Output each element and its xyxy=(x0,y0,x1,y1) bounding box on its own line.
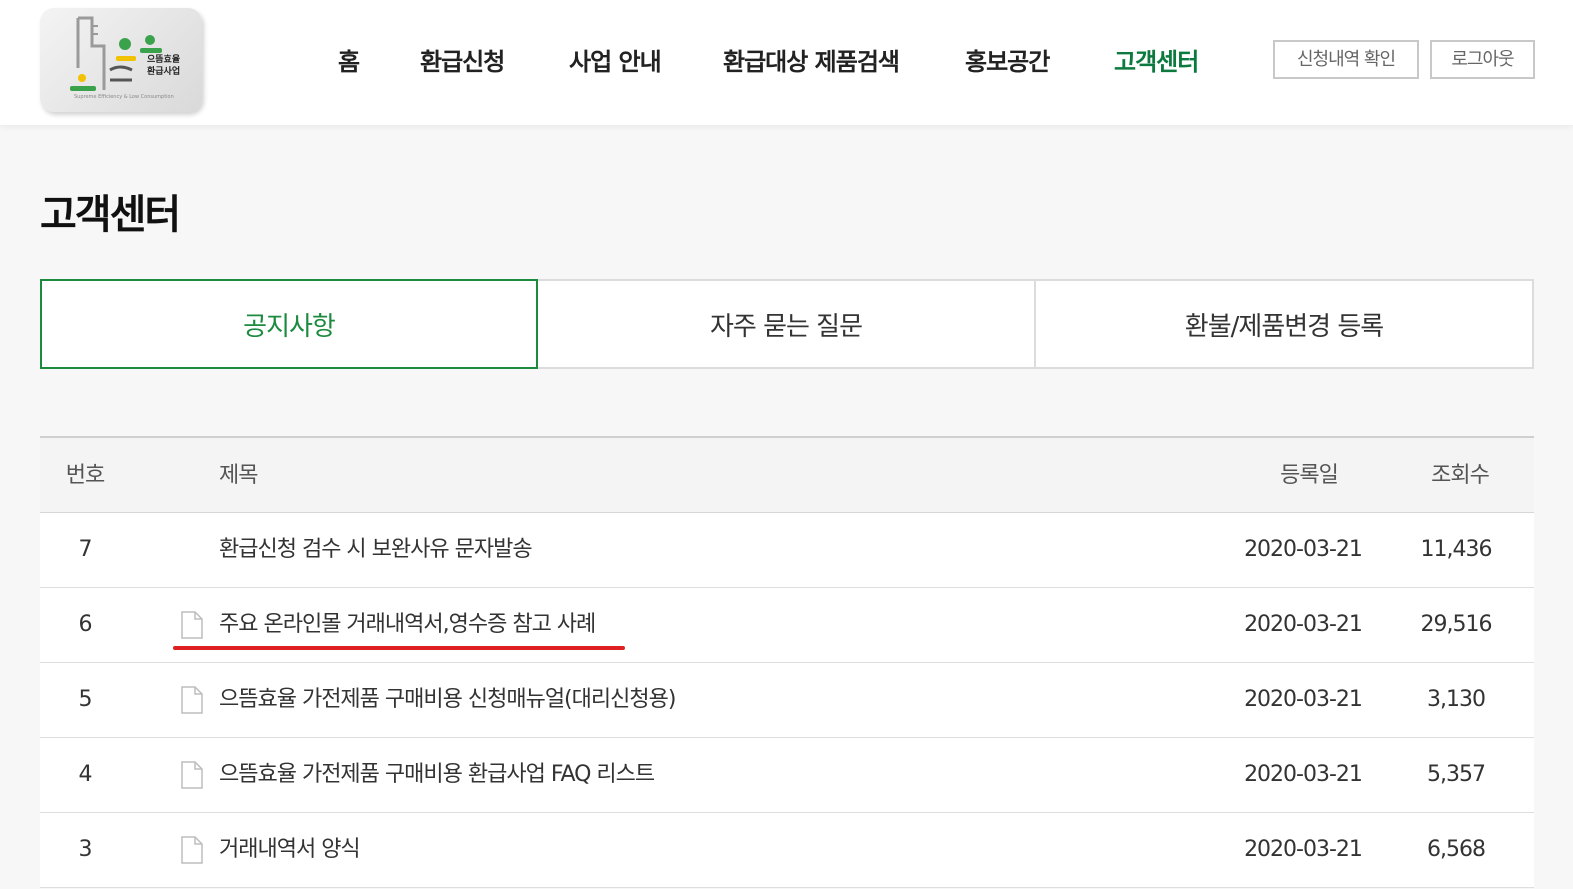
site-header: 으뜸효율 환급사업 Supreme Efficiency & Low Consu… xyxy=(0,0,1573,125)
nav-item-home[interactable]: 홈 xyxy=(338,40,360,84)
table-row[interactable]: 4 으뜸효율 가전제품 구매비용 환급사업 FAQ 리스트 2020-03-21… xyxy=(40,738,1534,813)
tab-notice[interactable]: 공지사항 xyxy=(40,279,538,369)
row-num: 4 xyxy=(78,762,93,787)
row-title-link[interactable]: 으뜸효율 가전제품 구매비용 신청매뉴얼(대리신청용) xyxy=(219,663,676,737)
nav-item-product-search[interactable]: 환급대상 제품검색 xyxy=(723,40,900,84)
logout-button[interactable]: 로그아웃 xyxy=(1430,40,1535,79)
row-num: 3 xyxy=(78,837,93,862)
row-date: 2020-03-21 xyxy=(1244,762,1363,787)
row-title-link[interactable]: 으뜸효율 가전제품 구매비용 환급사업 FAQ 리스트 xyxy=(219,738,655,812)
row-title-link[interactable]: 거래내역서 양식 xyxy=(219,813,361,887)
nav-item-refund-apply[interactable]: 환급신청 xyxy=(420,40,505,84)
tab-refund-change[interactable]: 환불/제품변경 등록 xyxy=(1034,279,1534,369)
row-num: 6 xyxy=(78,612,93,637)
file-icon xyxy=(181,761,203,789)
table-row[interactable]: 7 환급신청 검수 시 보완사유 문자발송 2020-03-21 11,436 xyxy=(40,513,1534,588)
header-views: 조회수 xyxy=(1431,463,1490,488)
nav-item-promotion[interactable]: 홍보공간 xyxy=(965,40,1050,84)
row-num: 7 xyxy=(78,537,93,562)
nav-item-customer-center[interactable]: 고객센터 xyxy=(1114,40,1199,84)
site-logo[interactable]: 으뜸효율 환급사업 Supreme Efficiency & Low Consu… xyxy=(40,8,202,112)
table-row[interactable]: 6 주요 온라인몰 거래내역서,영수증 참고 사례 2020-03-21 29,… xyxy=(40,588,1534,663)
check-application-button[interactable]: 신청내역 확인 xyxy=(1273,40,1419,79)
file-icon xyxy=(181,836,203,864)
table-row[interactable]: 5 으뜸효율 가전제품 구매비용 신청매뉴얼(대리신청용) 2020-03-21… xyxy=(40,663,1534,738)
row-views: 29,516 xyxy=(1420,612,1493,637)
notice-table: 번호 제목 등록일 조회수 7 환급신청 검수 시 보완사유 문자발송 2020… xyxy=(40,436,1534,888)
row-date: 2020-03-21 xyxy=(1244,537,1363,562)
logo-subtitle: Supreme Efficiency & Low Consumption xyxy=(74,94,174,100)
row-views: 11,436 xyxy=(1420,537,1493,562)
file-icon xyxy=(181,686,203,714)
header-title: 제목 xyxy=(219,463,258,488)
row-date: 2020-03-21 xyxy=(1244,612,1363,637)
row-views: 6,568 xyxy=(1427,837,1486,862)
row-title-link[interactable]: 주요 온라인몰 거래내역서,영수증 참고 사례 xyxy=(219,588,596,662)
file-icon xyxy=(181,611,203,639)
row-date: 2020-03-21 xyxy=(1244,687,1363,712)
highlight-underline xyxy=(173,646,625,650)
row-title-link[interactable]: 환급신청 검수 시 보완사유 문자발송 xyxy=(219,513,533,587)
table-row[interactable]: 3 거래내역서 양식 2020-03-21 6,568 xyxy=(40,813,1534,888)
header-date: 등록일 xyxy=(1280,463,1339,488)
row-date: 2020-03-21 xyxy=(1244,837,1363,862)
page-title: 고객센터 xyxy=(40,192,181,238)
header-num: 번호 xyxy=(65,463,105,488)
tab-bar: 공지사항 자주 묻는 질문 환불/제품변경 등록 xyxy=(40,279,1534,369)
table-header: 번호 제목 등록일 조회수 xyxy=(40,436,1534,513)
tab-faq[interactable]: 자주 묻는 질문 xyxy=(536,279,1036,369)
logo-text-line2: 환급사업 xyxy=(147,67,181,77)
nav-item-business-info[interactable]: 사업 안내 xyxy=(569,40,662,84)
row-views: 5,357 xyxy=(1427,762,1486,787)
row-num: 5 xyxy=(78,687,93,712)
row-views: 3,130 xyxy=(1427,687,1486,712)
